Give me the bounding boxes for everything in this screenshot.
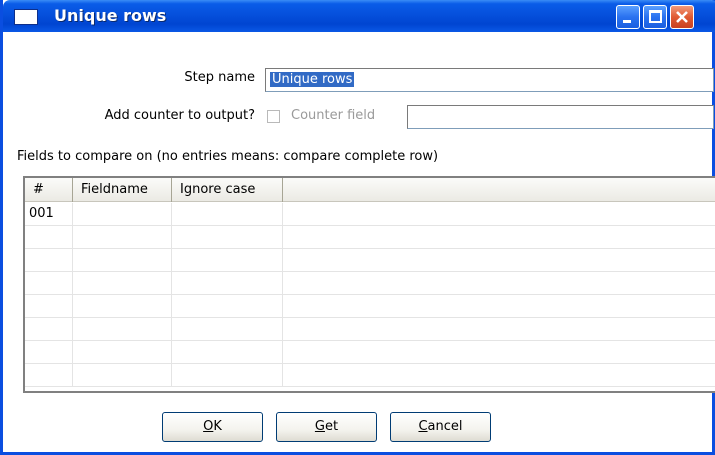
counter-field-label: Counter field [291, 108, 376, 123]
table-row [25, 226, 715, 249]
row-number-cell [25, 226, 73, 249]
ignore-case-cell [172, 318, 283, 341]
step-name-label: Step name [184, 70, 255, 85]
fieldname-cell [73, 341, 172, 364]
table-row [25, 295, 715, 318]
ignore-case-cell [172, 272, 283, 295]
table-row [25, 341, 715, 364]
table-row [25, 249, 715, 272]
table-header: # Fieldname Ignore case [25, 178, 715, 202]
cancel-mnemonic: C [418, 419, 428, 434]
row-number-cell [25, 341, 73, 364]
fieldname-cell [73, 295, 172, 318]
ok-label-rest: K [213, 419, 222, 434]
ignore-case-cell [172, 364, 283, 387]
ok-button[interactable]: OK [162, 412, 263, 442]
get-label-rest: et [324, 419, 339, 434]
ok-mnemonic: O [203, 419, 214, 434]
ignore-case-cell [172, 249, 283, 272]
minimize-button[interactable] [616, 5, 640, 29]
maximize-icon [649, 10, 662, 23]
column-header-number[interactable]: # [25, 178, 73, 202]
fieldname-cell [73, 249, 172, 272]
ignore-case-cell [172, 295, 283, 318]
table-row [25, 364, 715, 387]
fieldname-cell [73, 226, 172, 249]
cancel-label-rest: ancel [427, 419, 463, 434]
column-header-fieldname[interactable]: Fieldname [73, 178, 172, 202]
row-number-cell [25, 318, 73, 341]
ignore-case-cell [172, 341, 283, 364]
counter-field-input[interactable] [407, 105, 714, 129]
row-number-cell [25, 249, 73, 272]
fields-table[interactable]: # Fieldname Ignore case 001 [23, 176, 715, 393]
table-row [25, 318, 715, 341]
ignore-case-cell [172, 226, 283, 249]
get-mnemonic: G [314, 419, 325, 434]
dialog-window: Unique rows Step name Unique rows Add co… [0, 0, 715, 455]
row-number-cell [25, 364, 73, 387]
title-bar[interactable]: Unique rows [3, 0, 715, 32]
row-number-cell [25, 295, 73, 318]
column-header-ignore-case[interactable]: Ignore case [172, 178, 283, 202]
step-name-field[interactable]: Unique rows [265, 68, 714, 92]
minimize-icon [623, 20, 631, 23]
fieldname-cell [73, 364, 172, 387]
fieldname-cell[interactable] [73, 203, 172, 226]
row-number-cell [25, 272, 73, 295]
close-icon [676, 11, 688, 23]
get-button[interactable]: Get [276, 412, 377, 442]
fieldname-cell [73, 272, 172, 295]
table-row[interactable]: 001 [25, 203, 715, 226]
fields-section-label: Fields to compare on (no entries means: … [17, 149, 439, 164]
close-button[interactable] [670, 5, 694, 29]
maximize-button[interactable] [643, 5, 667, 29]
window-title: Unique rows [54, 6, 167, 25]
row-number-cell: 001 [25, 203, 73, 226]
add-counter-checkbox[interactable] [267, 110, 280, 123]
add-counter-label: Add counter to output? [104, 108, 255, 123]
step-name-value: Unique rows [270, 72, 355, 87]
ignore-case-cell[interactable] [172, 203, 283, 226]
table-row [25, 272, 715, 295]
fieldname-cell [73, 318, 172, 341]
window-icon [14, 9, 38, 25]
cancel-button[interactable]: Cancel [390, 412, 491, 442]
